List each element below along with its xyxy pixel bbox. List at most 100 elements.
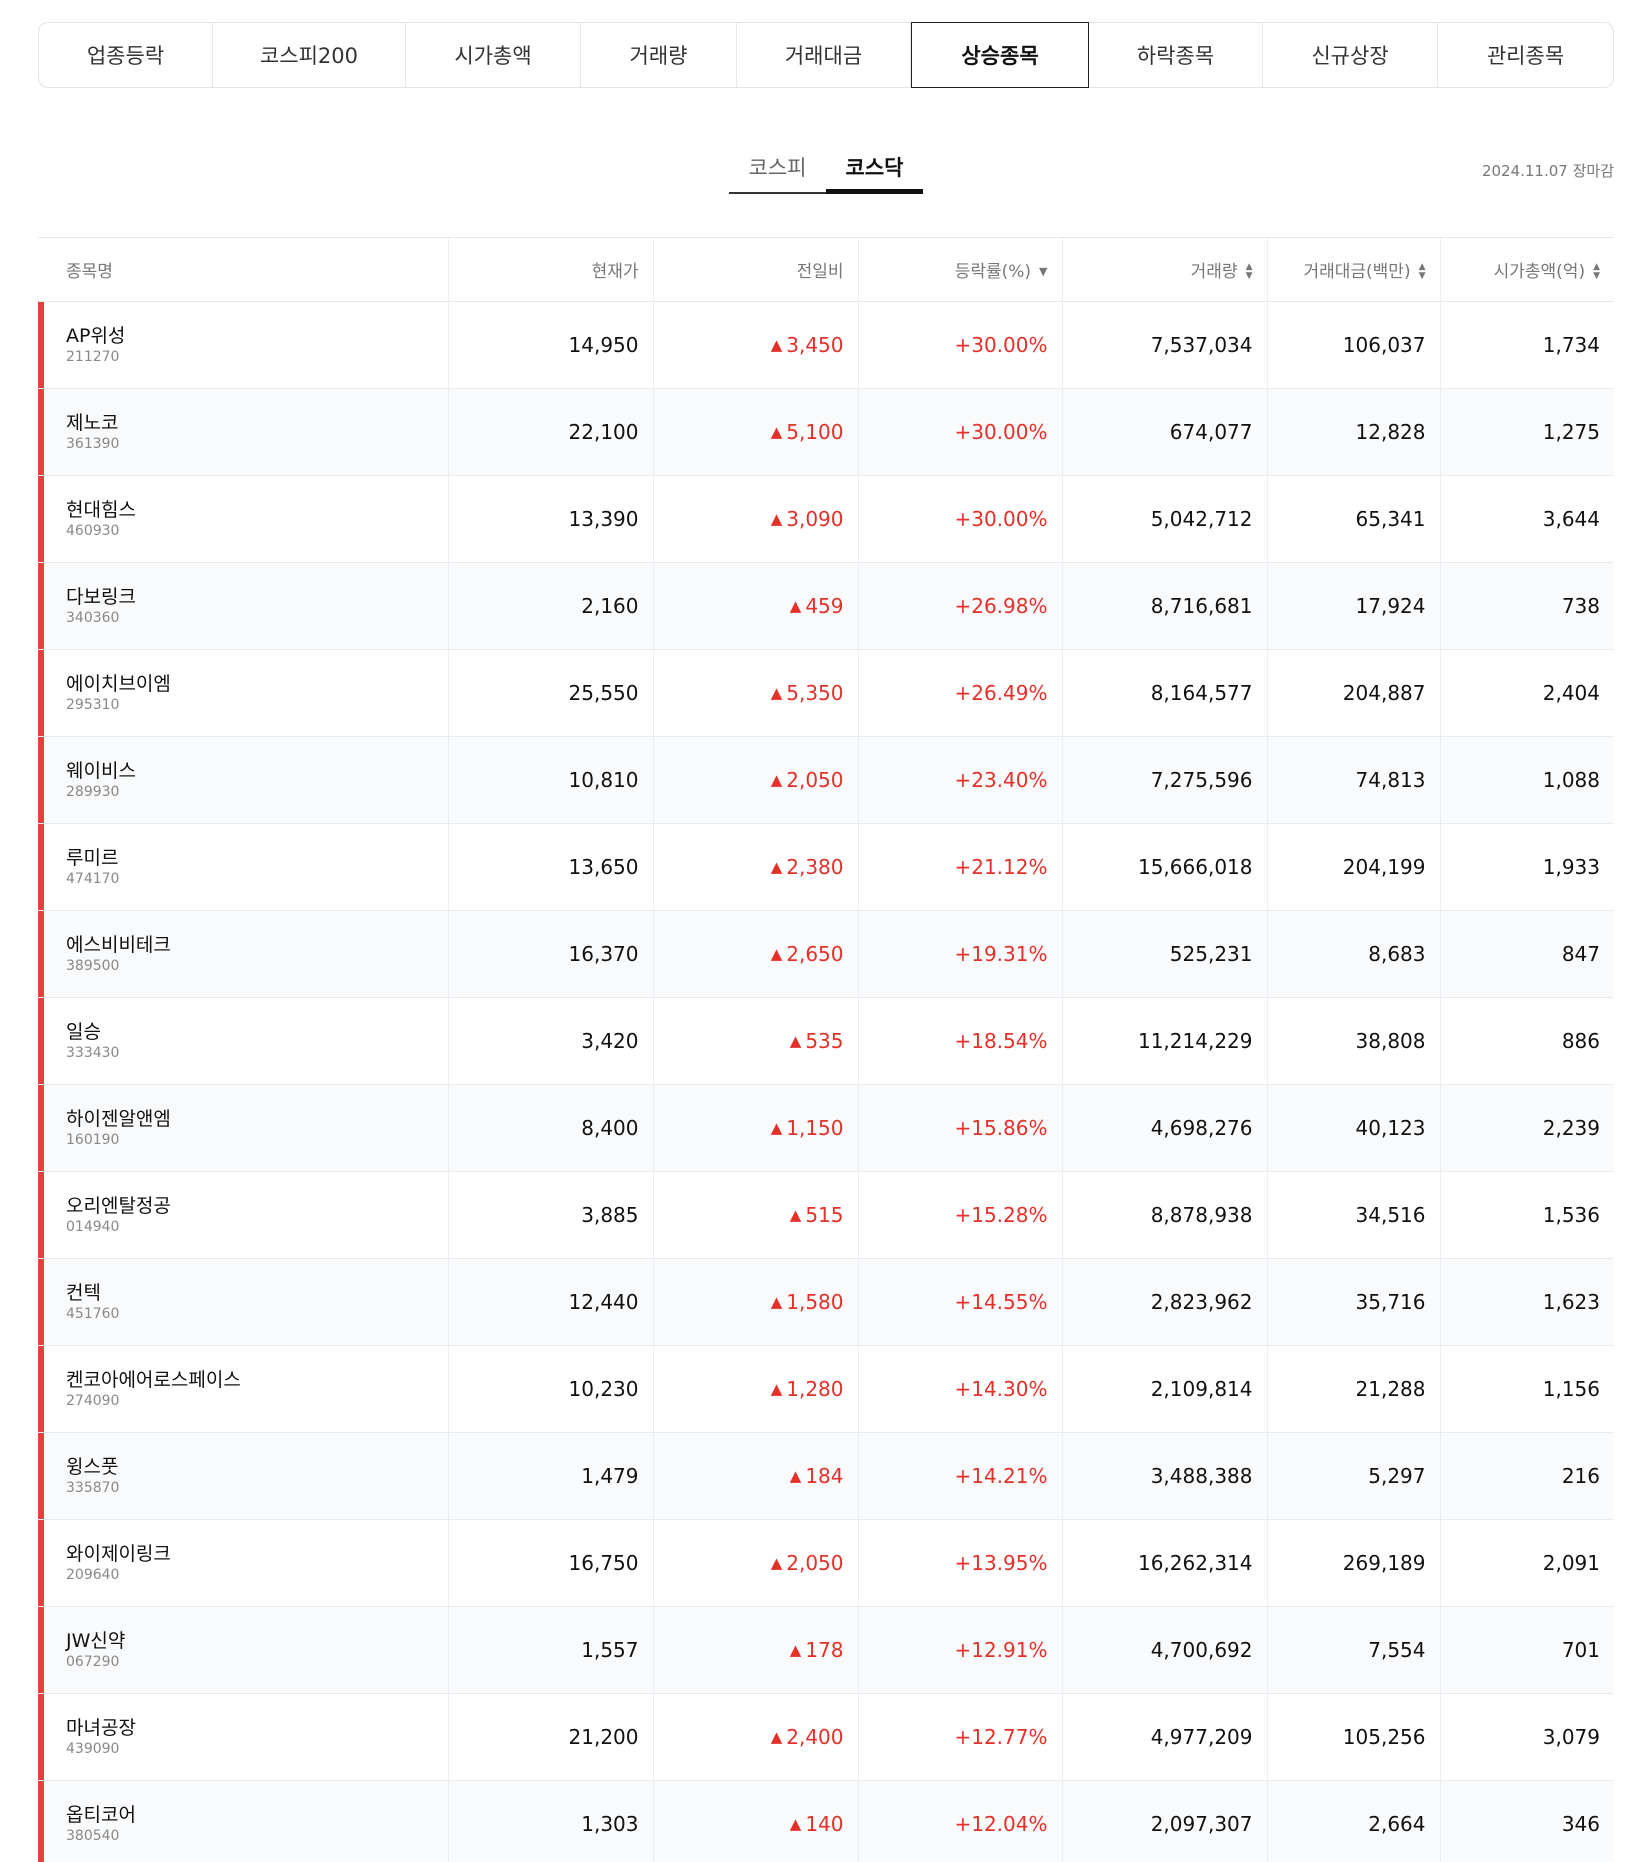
change-cell: ▲ 2,400 xyxy=(653,1693,859,1781)
up-triangle-icon: ▲ xyxy=(789,1032,802,1050)
table-row[interactable]: 다보링크 340360 2,160 ▲ 459 +26.98% 8,716,681… xyxy=(38,562,1614,650)
stock-name[interactable]: 마녀공장 xyxy=(66,1716,434,1740)
stock-name[interactable]: 윙스풋 xyxy=(66,1455,434,1479)
stock-name[interactable]: 옵티코어 xyxy=(66,1803,434,1827)
stock-name-cell[interactable]: 루미르 474170 xyxy=(38,823,449,911)
tab-rising[interactable]: 상승종목 xyxy=(911,22,1089,88)
price-cell: 10,810 xyxy=(448,736,654,824)
stock-name[interactable]: 켄코아에어로스페이스 xyxy=(66,1368,434,1392)
cap-cell: 1,275 xyxy=(1440,388,1614,476)
change-cell: ▲ 515 xyxy=(653,1171,859,1259)
change-cell: ▲ 2,650 xyxy=(653,910,859,998)
table-row[interactable]: 오리엔탈정공 014940 3,885 ▲ 515 +15.28% 8,878,9… xyxy=(38,1171,1614,1259)
header-volume[interactable]: 거래량 ▲ ▼ xyxy=(1062,238,1268,302)
tab-managed[interactable]: 관리종목 xyxy=(1438,23,1613,87)
stock-name[interactable]: AP위성 xyxy=(66,324,434,348)
stock-name-cell[interactable]: 윙스풋 335870 xyxy=(38,1432,449,1520)
tab-kospi[interactable]: 코스피 xyxy=(729,148,826,194)
stock-name[interactable]: 루미르 xyxy=(66,846,434,870)
stock-name-cell[interactable]: 웨이비스 289930 xyxy=(38,736,449,824)
stock-name-cell[interactable]: 제노코 361390 xyxy=(38,388,449,476)
tab-new-listing[interactable]: 신규상장 xyxy=(1263,23,1438,87)
stock-name-cell[interactable]: 일승 333430 xyxy=(38,997,449,1085)
stock-name-cell[interactable]: 컨텍 451760 xyxy=(38,1258,449,1346)
stock-name-cell[interactable]: 에이치브이엠 295310 xyxy=(38,649,449,737)
stock-name-cell[interactable]: 에스비비테크 389500 xyxy=(38,910,449,998)
volume-cell: 4,700,692 xyxy=(1062,1606,1268,1694)
sort-icon[interactable]: ▲ ▼ xyxy=(1419,263,1426,281)
stock-name[interactable]: 에스비비테크 xyxy=(66,933,434,957)
stock-name[interactable]: 컨텍 xyxy=(66,1281,434,1305)
volume-cell: 8,164,577 xyxy=(1062,649,1268,737)
stock-name[interactable]: 웨이비스 xyxy=(66,759,434,783)
table-row[interactable]: 제노코 361390 22,100 ▲ 5,100 +30.00% 674,077… xyxy=(38,388,1614,476)
table-row[interactable]: 에스비비테크 389500 16,370 ▲ 2,650 +19.31% 525,… xyxy=(38,910,1614,998)
volume-cell: 2,823,962 xyxy=(1062,1258,1268,1346)
sort-icon[interactable]: ▲ ▼ xyxy=(1246,263,1253,281)
stock-name[interactable]: 제노코 xyxy=(66,411,434,435)
header-amount[interactable]: 거래대금(백만) ▲ ▼ xyxy=(1267,238,1441,302)
change-cell: ▲ 5,350 xyxy=(653,649,859,737)
table-row[interactable]: 와이제이링크 209640 16,750 ▲ 2,050 +13.95% 16,2… xyxy=(38,1519,1614,1607)
stock-code: 451760 xyxy=(66,1306,120,1322)
table-row[interactable]: 옵티코어 380540 1,303 ▲ 140 +12.04% 2,097,307… xyxy=(38,1780,1614,1862)
volume-cell: 525,231 xyxy=(1062,910,1268,998)
table-row[interactable]: 현대힘스 460930 13,390 ▲ 3,090 +30.00% 5,042,… xyxy=(38,475,1614,563)
table-row[interactable]: AP위성 211270 14,950 ▲ 3,450 +30.00% 7,537,… xyxy=(38,301,1614,389)
stock-name-cell[interactable]: 하이젠알앤엠 160190 xyxy=(38,1084,449,1172)
price-cell: 1,479 xyxy=(448,1432,654,1520)
rate-cell: +26.49% xyxy=(858,649,1063,737)
tab-kospi200[interactable]: 코스피200 xyxy=(213,23,406,87)
tab-falling[interactable]: 하락종목 xyxy=(1089,23,1263,87)
header-cap[interactable]: 시가총액(억) ▲ ▼ xyxy=(1440,238,1614,302)
stock-name-cell[interactable]: 켄코아에어로스페이스 274090 xyxy=(38,1345,449,1433)
stock-name[interactable]: 다보링크 xyxy=(66,585,434,609)
change-cell: ▲ 535 xyxy=(653,997,859,1085)
table-row[interactable]: JW신약 067290 1,557 ▲ 178 +12.91% 4,700,692… xyxy=(38,1606,1614,1694)
table-row[interactable]: 켄코아에어로스페이스 274090 10,230 ▲ 1,280 +14.30% … xyxy=(38,1345,1614,1433)
table-row[interactable]: 컨텍 451760 12,440 ▲ 1,580 +14.55% 2,823,96… xyxy=(38,1258,1614,1346)
change-cell: ▲ 3,090 xyxy=(653,475,859,563)
table-row[interactable]: 일승 333430 3,420 ▲ 535 +18.54% 11,214,229 … xyxy=(38,997,1614,1085)
stock-name[interactable]: 오리엔탈정공 xyxy=(66,1194,434,1218)
table-row[interactable]: 웨이비스 289930 10,810 ▲ 2,050 +23.40% 7,275,… xyxy=(38,736,1614,824)
stock-name-cell[interactable]: JW신약 067290 xyxy=(38,1606,449,1694)
volume-cell: 3,488,388 xyxy=(1062,1432,1268,1520)
stock-name-cell[interactable]: 현대힘스 460930 xyxy=(38,475,449,563)
tab-volume[interactable]: 거래량 xyxy=(581,23,737,87)
amount-cell: 38,808 xyxy=(1267,997,1441,1085)
amount-cell: 269,189 xyxy=(1267,1519,1441,1607)
table-row[interactable]: 마녀공장 439090 21,200 ▲ 2,400 +12.77% 4,977,… xyxy=(38,1693,1614,1781)
tab-market-cap[interactable]: 시가총액 xyxy=(406,23,581,87)
table-row[interactable]: 하이젠알앤엠 160190 8,400 ▲ 1,150 +15.86% 4,698… xyxy=(38,1084,1614,1172)
stock-name-cell[interactable]: 오리엔탈정공 014940 xyxy=(38,1171,449,1259)
stock-name-cell[interactable]: 마녀공장 439090 xyxy=(38,1693,449,1781)
stock-name[interactable]: 에이치브이엠 xyxy=(66,672,434,696)
table-row[interactable]: 에이치브이엠 295310 25,550 ▲ 5,350 +26.49% 8,16… xyxy=(38,649,1614,737)
stock-name[interactable]: 일승 xyxy=(66,1020,434,1044)
up-triangle-icon: ▲ xyxy=(770,1728,783,1746)
table-row[interactable]: 윙스풋 335870 1,479 ▲ 184 +14.21% 3,488,388 … xyxy=(38,1432,1614,1520)
table-row[interactable]: 루미르 474170 13,650 ▲ 2,380 +21.12% 15,666,… xyxy=(38,823,1614,911)
up-triangle-icon: ▲ xyxy=(770,336,783,354)
price-cell: 16,370 xyxy=(448,910,654,998)
header-rate[interactable]: 등락률(%) ▼ xyxy=(858,238,1063,302)
sort-desc-icon[interactable]: ▼ xyxy=(1039,266,1047,277)
volume-cell: 8,878,938 xyxy=(1062,1171,1268,1259)
sort-icon[interactable]: ▲ ▼ xyxy=(1593,263,1600,281)
stock-name[interactable]: 하이젠알앤엠 xyxy=(66,1107,434,1131)
stock-name-cell[interactable]: AP위성 211270 xyxy=(38,301,449,389)
stock-name-cell[interactable]: 와이제이링크 209640 xyxy=(38,1519,449,1607)
tab-kosdaq[interactable]: 코스닥 xyxy=(826,148,923,194)
rate-cell: +12.91% xyxy=(858,1606,1063,1694)
stock-code: 211270 xyxy=(66,349,120,365)
stock-name[interactable]: 현대힘스 xyxy=(66,498,434,522)
tab-sector[interactable]: 업종등락 xyxy=(39,23,213,87)
stock-name[interactable]: JW신약 xyxy=(66,1629,434,1653)
stock-name[interactable]: 와이제이링크 xyxy=(66,1542,434,1566)
stock-name-cell[interactable]: 옵티코어 380540 xyxy=(38,1780,449,1862)
stock-name-cell[interactable]: 다보링크 340360 xyxy=(38,562,449,650)
price-cell: 13,390 xyxy=(448,475,654,563)
tab-trade-amount[interactable]: 거래대금 xyxy=(737,23,911,87)
rate-cell: +14.55% xyxy=(858,1258,1063,1346)
